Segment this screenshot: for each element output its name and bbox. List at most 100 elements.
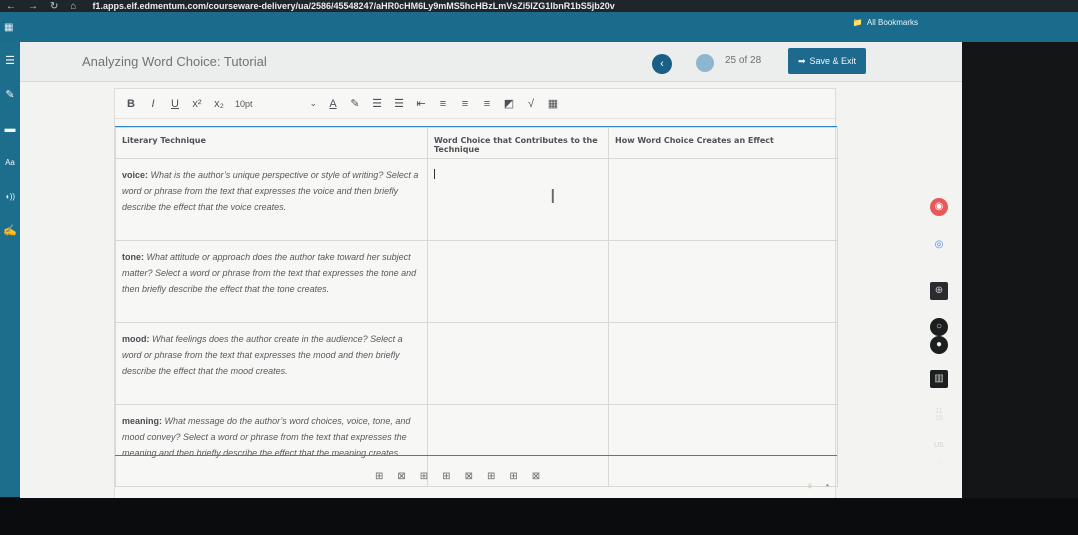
rich-text-editor[interactable]: B I U x² x₂ 10pt ⌄ A ✎ ☰ ☰ ⇤ ≡ ≡ ≡ ◩ √ ▦ — [114, 88, 838, 500]
table-icon[interactable]: ▦ — [547, 97, 559, 110]
align-right-icon[interactable]: ≡ — [481, 98, 493, 110]
insert-row-below-icon[interactable]: ⊞ — [442, 471, 450, 482]
apps-icon[interactable]: ▦ — [4, 22, 13, 33]
table-row: voice: What is the author’s unique persp… — [115, 158, 838, 241]
font-size-select[interactable]: 10pt ⌄ — [235, 96, 317, 112]
battery-icon[interactable]: ▯ — [930, 474, 948, 485]
home-icon[interactable]: ⌂ — [70, 1, 76, 12]
ebook-icon[interactable]: ◔ — [824, 481, 830, 492]
insert-row-above-icon[interactable]: ⊞ — [420, 471, 428, 482]
text-color-button[interactable]: A — [327, 98, 339, 110]
font-icon[interactable]: Aa — [2, 156, 18, 170]
insert-table-icon[interactable]: ⊞ — [375, 471, 383, 482]
menu-icon[interactable]: ☰ — [2, 54, 18, 68]
math-icon[interactable]: √ — [525, 98, 537, 110]
status-icon[interactable]: ● — [930, 336, 948, 354]
insert-column-left-icon[interactable]: ⊞ — [487, 471, 495, 482]
delete-column-icon[interactable]: ⊠ — [532, 471, 540, 482]
clock: 11 15 — [930, 408, 948, 422]
circle-icon[interactable]: ○ — [930, 318, 948, 336]
dark-screen-edge — [962, 42, 1078, 535]
audio-icon[interactable]: ◖)) — [2, 190, 18, 204]
word-choice-cell[interactable] — [427, 322, 609, 405]
highlight-button[interactable]: ✎ — [349, 97, 361, 110]
insert-column-right-icon[interactable]: ⊞ — [509, 471, 517, 482]
bottom-app-icons: ♀ ◔ — [806, 481, 830, 492]
font-size-value: 10pt — [235, 98, 253, 109]
align-center-icon[interactable]: ≡ — [459, 98, 471, 110]
locale-indicator[interactable]: US — [930, 442, 948, 449]
clock-hours: 11 — [935, 408, 943, 415]
note-icon[interactable]: ▬ — [2, 122, 18, 136]
save-exit-button[interactable]: ➡ Save & Exit — [788, 48, 866, 74]
technique-cell: mood: What feelings does the author crea… — [115, 322, 428, 405]
save-exit-label: Save & Exit — [809, 56, 857, 66]
outdent-icon[interactable]: ⇤ — [415, 97, 427, 110]
delete-row-icon[interactable]: ⊠ — [465, 471, 473, 482]
technique-description: What is the author’s unique perspective … — [122, 170, 419, 212]
text-caret — [434, 169, 435, 179]
previous-page-button[interactable]: ‹ — [652, 54, 672, 74]
technique-term: voice: — [122, 170, 149, 180]
clock-minutes: 15 — [935, 415, 943, 422]
page-of: of — [738, 55, 748, 66]
bottom-bezel — [0, 498, 1078, 535]
app-header: Analyzing Word Choice: Tutorial ‹ 25 of … — [20, 42, 962, 82]
table-header-row: Literary Technique Word Choice that Cont… — [115, 127, 838, 159]
delete-table-icon[interactable]: ⊠ — [397, 471, 405, 482]
underline-button[interactable]: U — [169, 98, 181, 110]
wifi-icon[interactable]: ▾ — [930, 458, 948, 469]
record-icon[interactable]: ◉ — [930, 198, 948, 216]
page-total: 28 — [750, 55, 762, 66]
edit-icon[interactable]: ✎ — [2, 88, 18, 102]
folder-icon: 📁 — [852, 18, 863, 27]
subscript-button[interactable]: x₂ — [213, 98, 225, 110]
address-bar[interactable]: f1.apps.elf.edmentum.com/courseware-deli… — [92, 1, 812, 11]
effect-cell[interactable] — [608, 404, 838, 487]
table-row: mood: What feelings does the author crea… — [115, 322, 838, 405]
technique-description: What message do the author’s word choice… — [122, 416, 411, 458]
browser-nav: ← → ↻ ⌂ — [0, 1, 76, 12]
reload-icon[interactable]: ↻ — [50, 1, 58, 12]
numbered-list-icon[interactable]: ☰ — [393, 97, 405, 110]
table-header: How Word Choice Creates an Effect — [608, 127, 838, 159]
page-title: Analyzing Word Choice: Tutorial — [82, 54, 267, 69]
align-left-icon[interactable]: ≡ — [437, 98, 449, 110]
italic-button[interactable]: I — [147, 98, 159, 110]
next-page-button[interactable] — [696, 54, 714, 72]
page-counter: 25 of 28 — [725, 55, 761, 66]
analysis-table: Literary Technique Word Choice that Cont… — [115, 127, 838, 487]
effect-cell[interactable] — [608, 158, 838, 241]
effect-cell[interactable] — [608, 240, 838, 323]
left-rail: ☰ ✎ ▬ Aa ◖)) ✍ — [0, 42, 20, 497]
page-current: 25 — [725, 55, 737, 66]
bullet-list-icon[interactable]: ☰ — [371, 97, 383, 110]
forward-icon[interactable]: → — [28, 1, 38, 12]
annotate-icon[interactable]: ✍ — [2, 224, 18, 238]
table-header: Word Choice that Contributes to the Tech… — [427, 127, 609, 159]
analysis-table-wrap: Literary Technique Word Choice that Cont… — [115, 127, 838, 487]
tutorial-app: Analyzing Word Choice: Tutorial ‹ 25 of … — [20, 42, 962, 500]
effect-cell[interactable] — [608, 322, 838, 405]
chevron-down-icon: ⌄ — [309, 98, 317, 108]
calendar-icon[interactable]: ▥ — [930, 370, 948, 388]
text-cursor-icon: I — [550, 186, 556, 208]
technique-cell: voice: What is the author’s unique persp… — [115, 158, 428, 241]
word-choice-cell[interactable]: I — [427, 158, 609, 241]
image-icon[interactable]: ◩ — [503, 97, 515, 110]
technique-description: What attitude or approach does the autho… — [122, 252, 417, 294]
editor-toolbar: B I U x² x₂ 10pt ⌄ A ✎ ☰ ☰ ⇤ ≡ ≡ ≡ ◩ √ ▦ — [115, 89, 837, 119]
table-row: tone: What attitude or approach does the… — [115, 240, 838, 323]
bold-button[interactable]: B — [125, 98, 137, 110]
screenshot-icon[interactable]: ⊕ — [930, 282, 948, 300]
bookmarks-link[interactable]: 📁 All Bookmarks — [853, 18, 918, 27]
assistant-icon[interactable]: ♀ — [806, 481, 814, 492]
chrome-icon[interactable]: ◎ — [930, 236, 948, 254]
table-toolbar: ⊞ ⊠ ⊞ ⊞ ⊠ ⊞ ⊞ ⊠ — [375, 471, 540, 482]
technique-description: What feelings does the author create in … — [122, 334, 403, 376]
right-dock: ◉ ◎ ⊕ ○ ● ▥ 11 15 US ▾ ▯ — [920, 188, 960, 508]
word-choice-cell[interactable] — [427, 240, 609, 323]
technique-term: meaning: — [122, 416, 163, 426]
superscript-button[interactable]: x² — [191, 98, 203, 110]
back-icon[interactable]: ← — [6, 1, 16, 12]
